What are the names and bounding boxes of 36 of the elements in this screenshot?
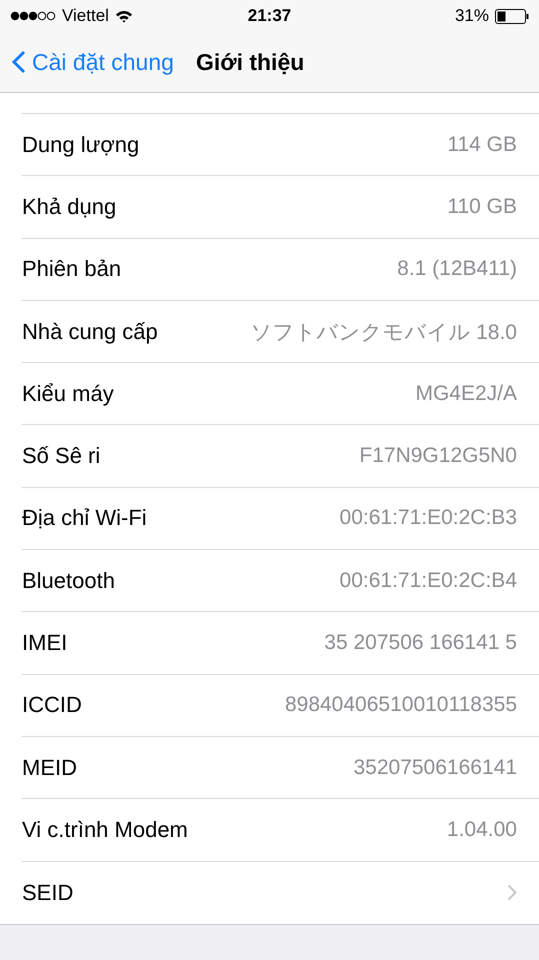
row-value: 00:61:71:E0:2C:B4 (340, 568, 517, 593)
row-value: 110 GB (447, 194, 517, 219)
row-value: MG4E2J/A (415, 382, 517, 406)
battery-percent: 31% (454, 6, 489, 26)
row-value: 00:61:71:E0:2C:B3 (340, 506, 517, 530)
back-chevron-icon (12, 50, 26, 74)
row-label: Khả dụng (22, 194, 116, 220)
carrier-name: Viettel (62, 6, 109, 26)
row-label: Bluetooth (22, 568, 115, 594)
row-value: ソフトバンクモバイル 18.0 (250, 320, 517, 346)
back-button[interactable]: Cài đặt chung (12, 48, 174, 76)
row-label: Kiểu máy (22, 380, 114, 407)
row-label: SEID (22, 880, 74, 906)
row-value: 8.1 (12B411) (397, 257, 517, 282)
row-label: Dung lượng (22, 132, 140, 158)
row-value: 35 207506 166141 5 (324, 631, 517, 656)
row-label: Số Sê ri (22, 443, 100, 470)
row-value: 1.04.00 (446, 818, 517, 842)
row-value: 114 GB (447, 132, 517, 157)
row-label: Nhà cung cấp (22, 318, 158, 345)
wifi-icon (114, 10, 133, 22)
page-title: Giới thiệu (196, 48, 304, 76)
clock: 21:37 (248, 6, 292, 26)
chevron-icon (507, 884, 517, 902)
row-label: Vi c.trình Modem (22, 816, 188, 843)
signal-icon (10, 11, 56, 21)
row-label: ICCID (22, 692, 82, 718)
row-value: F17N9G12G5N0 (359, 444, 517, 468)
list-item[interactable]: SEID (22, 862, 539, 924)
row-label: MEID (22, 754, 77, 781)
battery-icon (495, 8, 529, 24)
row-label: Phiên bản (22, 256, 122, 282)
row-label: IMEI (22, 630, 68, 656)
row-label: Địa chỉ Wi-Fi (22, 505, 147, 532)
row-value: 89840406510010118355 (284, 693, 517, 718)
row-value: 35207506166141 (353, 756, 517, 780)
